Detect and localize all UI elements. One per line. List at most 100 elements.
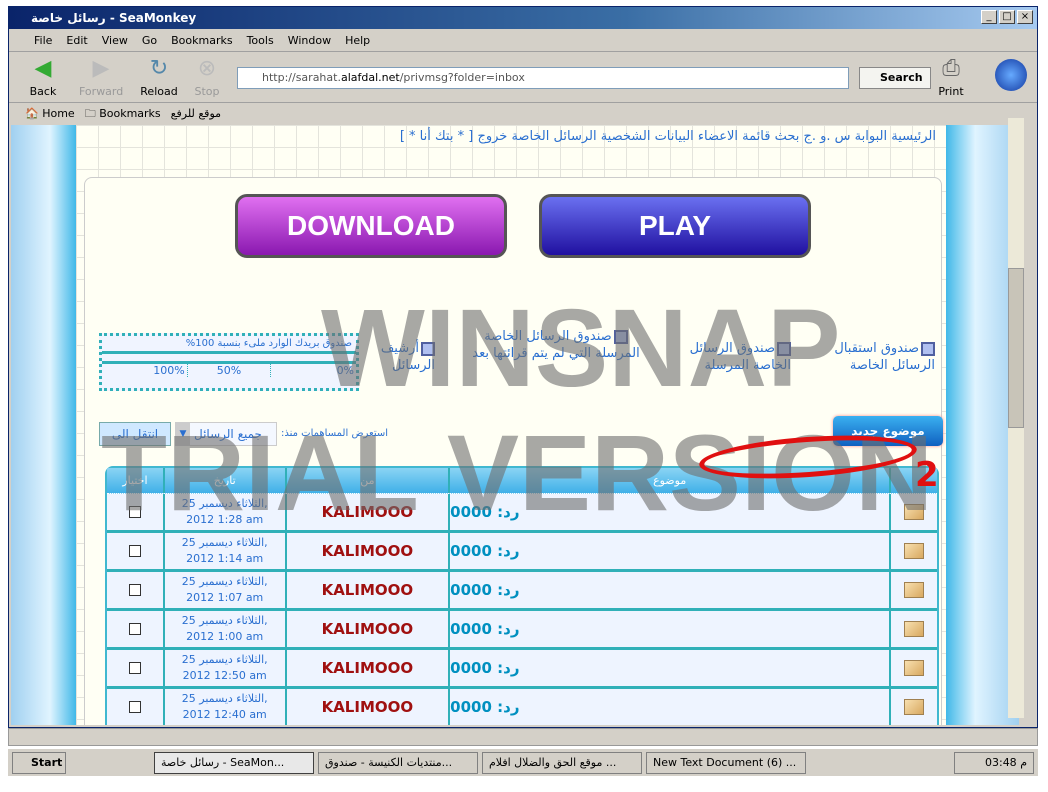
envelope-icon xyxy=(904,660,925,676)
forward-arrow-icon: ▶ xyxy=(92,56,110,81)
bookmark-home[interactable]: 🏠 Home xyxy=(25,104,75,124)
url-bar[interactable]: http://sarahat.alafdal.net/privmsg?folde… xyxy=(237,67,849,89)
task-seamonkey[interactable]: رسائل خاصة - SeaMon... xyxy=(154,751,314,774)
message-subject[interactable]: رد: 0000 xyxy=(450,572,892,608)
message-time: 2012 1:00 am xyxy=(186,630,264,643)
bookmark-upload-site[interactable]: موقع للرفع xyxy=(171,104,221,124)
message-sender[interactable]: KALIMOOO xyxy=(287,689,451,725)
table-row[interactable]: الثلاثاء ديسمبر 25, 2012 12:40 am KALIMOOO… xyxy=(107,689,937,725)
message-subject[interactable]: رد: 0000 xyxy=(450,611,892,647)
folder-icon xyxy=(921,341,935,356)
message-subject[interactable]: رد: 0000 xyxy=(450,650,892,686)
goto-button[interactable]: انتقل الى xyxy=(99,422,171,446)
column-header: تاريخ xyxy=(165,468,287,493)
message-time: 2012 12:50 am xyxy=(182,669,267,682)
navigation-toolbar: ◀ Back ▶ Forward ↻ Reload ⊗ Stop http://sara… xyxy=(9,53,1037,103)
message-date: الثلاثاء ديسمبر 25, xyxy=(181,692,268,705)
folder-sent[interactable]: صندوق الرسائل الخاصة المرسلة xyxy=(681,340,791,374)
forum-page: الرئيسية البوابة س .و .ج بحث قائمة الاعض… xyxy=(76,125,946,725)
period-select[interactable]: ▼ جميع الرسائل xyxy=(175,422,277,446)
messages-table: اختيار تاريخ من موضوع الثلاثاء ديسمبر 25, 201… xyxy=(105,466,939,725)
usage-bar xyxy=(102,354,356,364)
table-row[interactable]: الثلاثاء ديسمبر 25, 2012 1:28 am KALIMOOO ر… xyxy=(107,494,937,533)
message-time: 2012 12:40 am xyxy=(182,708,267,721)
scrollbar-thumb[interactable] xyxy=(1008,268,1024,428)
message-subject[interactable]: رد: 0000 xyxy=(450,533,892,569)
task-church-forum[interactable]: منتديات الكنيسة - صندوق... xyxy=(318,751,478,774)
start-button[interactable]: Start xyxy=(12,751,66,774)
envelope-icon xyxy=(904,621,925,637)
clock: 03:48 م xyxy=(954,751,1034,774)
reload-button[interactable]: ↻ Reload xyxy=(137,55,181,98)
select-checkbox[interactable] xyxy=(128,662,141,674)
menu-window[interactable]: Window xyxy=(281,30,338,51)
envelope-icon xyxy=(904,543,925,559)
select-checkbox[interactable] xyxy=(128,545,141,557)
envelope-icon xyxy=(904,582,925,598)
column-header: اختيار xyxy=(107,468,165,493)
print-button[interactable]: ⎙ Print xyxy=(929,55,973,98)
table-row[interactable]: الثلاثاء ديسمبر 25, 2012 12:50 am KALIMOOO… xyxy=(107,650,937,689)
reload-icon: ↻ xyxy=(149,56,169,81)
folder-archive[interactable]: أرشيف الرسائل xyxy=(375,340,435,374)
usage-text: صندوق بريدك الوارد ملىء بنسبة 100% xyxy=(102,336,356,354)
dropdown-arrow-icon: ▼ xyxy=(176,423,190,445)
status-bar xyxy=(8,728,1038,746)
message-sender[interactable]: KALIMOOO xyxy=(287,572,451,608)
message-sender[interactable]: KALIMOOO xyxy=(287,650,451,686)
message-subject[interactable]: رد: 0000 xyxy=(450,689,892,725)
menu-go[interactable]: Go xyxy=(135,30,164,51)
select-checkbox[interactable] xyxy=(128,584,141,596)
envelope-icon xyxy=(904,699,925,715)
task-movies-site[interactable]: موقع الحق والضلال افلام ... xyxy=(482,751,642,774)
back-arrow-icon: ◀ xyxy=(34,56,52,81)
title-bar: رسائل خاصة - SeaMonkey xyxy=(9,7,1037,29)
forward-button[interactable]: ▶ Forward xyxy=(79,55,123,98)
taskbar: Start رسائل خاصة - SeaMon... منتديات الك… xyxy=(8,748,1038,776)
message-sender[interactable]: KALIMOOO xyxy=(287,494,451,530)
folder-icon xyxy=(777,341,791,356)
menu-bookmarks[interactable]: Bookmarks xyxy=(164,30,239,51)
close-button[interactable]: × xyxy=(1017,10,1033,24)
table-row[interactable]: الثلاثاء ديسمبر 25, 2012 1:14 am KALIMOOO ر… xyxy=(107,533,937,572)
download-button[interactable]: DOWNLOAD xyxy=(235,194,507,258)
select-checkbox[interactable] xyxy=(128,506,141,518)
message-sender[interactable]: KALIMOOO xyxy=(287,533,451,569)
menu-help[interactable]: Help xyxy=(338,30,377,51)
select-checkbox[interactable] xyxy=(128,623,141,635)
play-button[interactable]: PLAY xyxy=(539,194,811,258)
message-time: 2012 1:28 am xyxy=(186,513,264,526)
printer-icon: ⎙ xyxy=(942,56,960,81)
table-row[interactable]: الثلاثاء ديسمبر 25, 2012 1:07 am KALIMOOO ر… xyxy=(107,572,937,611)
message-date: الثلاثاء ديسمبر 25, xyxy=(181,497,268,510)
table-row[interactable]: الثلاثاء ديسمبر 25, 2012 1:00 am KALIMOOO ر… xyxy=(107,611,937,650)
seamonkey-logo xyxy=(995,59,1027,91)
stop-button[interactable]: ⊗ Stop xyxy=(185,55,229,98)
message-time: 2012 1:07 am xyxy=(186,591,264,604)
forum-nav-links[interactable]: الرئيسية البوابة س .و .ج بحث قائمة الاعض… xyxy=(76,127,936,147)
back-button[interactable]: ◀ Back xyxy=(21,55,65,98)
menu-view[interactable]: View xyxy=(95,30,135,51)
menu-file[interactable]: File xyxy=(27,30,59,51)
menu-tools[interactable]: Tools xyxy=(240,30,281,51)
stop-icon: ⊗ xyxy=(197,56,217,81)
menu-edit[interactable]: Edit xyxy=(59,30,94,51)
folder-inbox[interactable]: صندوق استقبال الرسائل الخاصة xyxy=(825,340,935,374)
message-date: الثلاثاء ديسمبر 25, xyxy=(181,536,268,549)
bookmark-bookmarks[interactable]: 🗀 Bookmarks xyxy=(85,104,161,124)
select-checkbox[interactable] xyxy=(128,701,141,713)
usage-scale-0: 0% xyxy=(336,364,355,377)
maximize-button[interactable]: □ xyxy=(999,10,1015,24)
menu-bar: File Edit View Go Bookmarks Tools Window Help xyxy=(9,30,1037,52)
message-sender[interactable]: KALIMOOO xyxy=(287,611,451,647)
vertical-scrollbar[interactable] xyxy=(1008,118,1024,718)
minimize-button[interactable]: _ xyxy=(981,10,997,24)
search-button[interactable]: Search xyxy=(859,67,931,89)
task-text-document[interactable]: New Text Document (6) ... xyxy=(646,751,806,774)
message-subject[interactable]: رد: 0000 xyxy=(450,494,892,530)
browser-window: رسائل خاصة - SeaMonkey _ □ × File Edit View G… xyxy=(8,6,1038,728)
folder-outbox[interactable]: صندوق الرسائل الخاصة المرسلة التي لم يتم… xyxy=(465,328,647,362)
annotation-number: 2 xyxy=(915,455,939,495)
inbox-usage-box: صندوق بريدك الوارد ملىء بنسبة 100% 100% 5… xyxy=(99,333,359,391)
envelope-icon xyxy=(904,504,925,520)
